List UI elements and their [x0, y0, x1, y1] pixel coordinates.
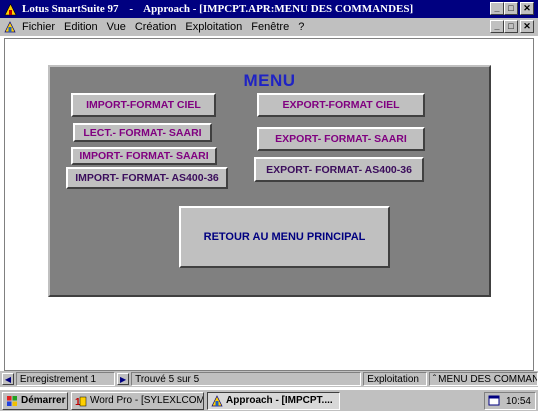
doc-restore-button[interactable]: □ [504, 20, 518, 33]
start-button[interactable]: Démarrer [2, 391, 68, 410]
statusbar: ◀ Enregistrement 1 ▶ Trouvé 5 sur 5 Expl… [0, 371, 538, 387]
maximize-button[interactable]: □ [504, 2, 518, 15]
view-indicator[interactable]: ˆ MENU DES COMMANDE [428, 372, 538, 386]
command-menu-panel: MENU IMPORT-FORMAT CIEL EXPORT-FORMAT CI… [48, 65, 491, 297]
task-approach[interactable]: Approach - [IMPCPT.... [207, 391, 340, 410]
import-format-as400-button[interactable]: IMPORT- FORMAT- AS400-36 [66, 167, 228, 189]
document-window-controls: _ □ ✕ [490, 20, 534, 33]
form-workspace: MENU IMPORT-FORMAT CIEL EXPORT-FORMAT CI… [4, 38, 534, 371]
menu-fenetre[interactable]: Fenêtre [251, 21, 289, 33]
start-label: Démarrer [21, 395, 66, 406]
minimize-button[interactable]: _ [490, 2, 504, 15]
approach-task-icon [211, 394, 223, 407]
menu-title: MENU [243, 71, 296, 90]
window-title: Lotus SmartSuite 97 - Approach - [IMPCPT… [22, 3, 413, 15]
menu-edition[interactable]: Edition [64, 21, 98, 33]
task-label: Word Pro - [SYLEXLCOM... [90, 395, 204, 406]
caret-up-icon: ˆ [432, 373, 437, 385]
found-set-icon[interactable]: ▶ [117, 373, 130, 385]
clock[interactable]: 10:54 [506, 396, 531, 407]
title-separator: - [129, 3, 133, 15]
window-titlebar[interactable]: Lotus SmartSuite 97 - Approach - [IMPCPT… [0, 0, 538, 18]
taskbar: Démarrer 1 Word Pro - [SYLEXLCOM... Appr… [0, 389, 538, 411]
task-label: Approach - [IMPCPT.... [226, 395, 333, 406]
app-name: Lotus SmartSuite 97 [22, 3, 119, 15]
windows-logo-icon [6, 395, 18, 407]
system-tray: 10:54 [484, 392, 536, 410]
document-title: Approach - [IMPCPT.APR:MENU DES COMMANDE… [143, 3, 414, 15]
menu-exploitation[interactable]: Exploitation [185, 21, 242, 33]
export-format-saari-button[interactable]: EXPORT- FORMAT- SAARI [257, 127, 425, 151]
record-nav-icon[interactable]: ◀ [2, 373, 14, 385]
import-format-saari-button[interactable]: IMPORT- FORMAT- SAARI [71, 147, 217, 165]
export-format-ciel-button[interactable]: EXPORT-FORMAT CIEL [257, 93, 425, 117]
view-name: MENU DES COMMANDE [438, 373, 538, 385]
menu-help[interactable]: ? [298, 21, 304, 33]
lect-format-saari-button[interactable]: LECT.- FORMAT- SAARI [73, 123, 212, 142]
doc-minimize-button[interactable]: _ [490, 20, 504, 33]
document-window-icon[interactable] [4, 21, 16, 33]
menu-fichier[interactable]: Fichier [22, 21, 55, 33]
approach-app-icon[interactable] [4, 2, 17, 16]
task-word-pro[interactable]: 1 Word Pro - [SYLEXLCOM... [71, 391, 204, 410]
word-pro-icon: 1 [75, 395, 87, 407]
window-controls: _ □ ✕ [490, 2, 534, 15]
close-button[interactable]: ✕ [520, 2, 534, 15]
menu-vue[interactable]: Vue [107, 21, 126, 33]
record-indicator: Enregistrement 1 [15, 372, 116, 386]
mode-indicator[interactable]: Exploitation [363, 372, 427, 386]
found-count: Trouvé 5 sur 5 [131, 372, 362, 386]
import-format-ciel-button[interactable]: IMPORT-FORMAT CIEL [71, 93, 216, 117]
menubar: Fichier Edition Vue Création Exploitatio… [0, 18, 538, 36]
menu-creation[interactable]: Création [135, 21, 177, 33]
doc-close-button[interactable]: ✕ [520, 20, 534, 33]
export-format-as400-button[interactable]: EXPORT- FORMAT- AS400-36 [254, 157, 424, 182]
retour-menu-principal-button[interactable]: RETOUR AU MENU PRINCIPAL [179, 206, 390, 268]
scheduler-icon[interactable] [488, 394, 500, 409]
